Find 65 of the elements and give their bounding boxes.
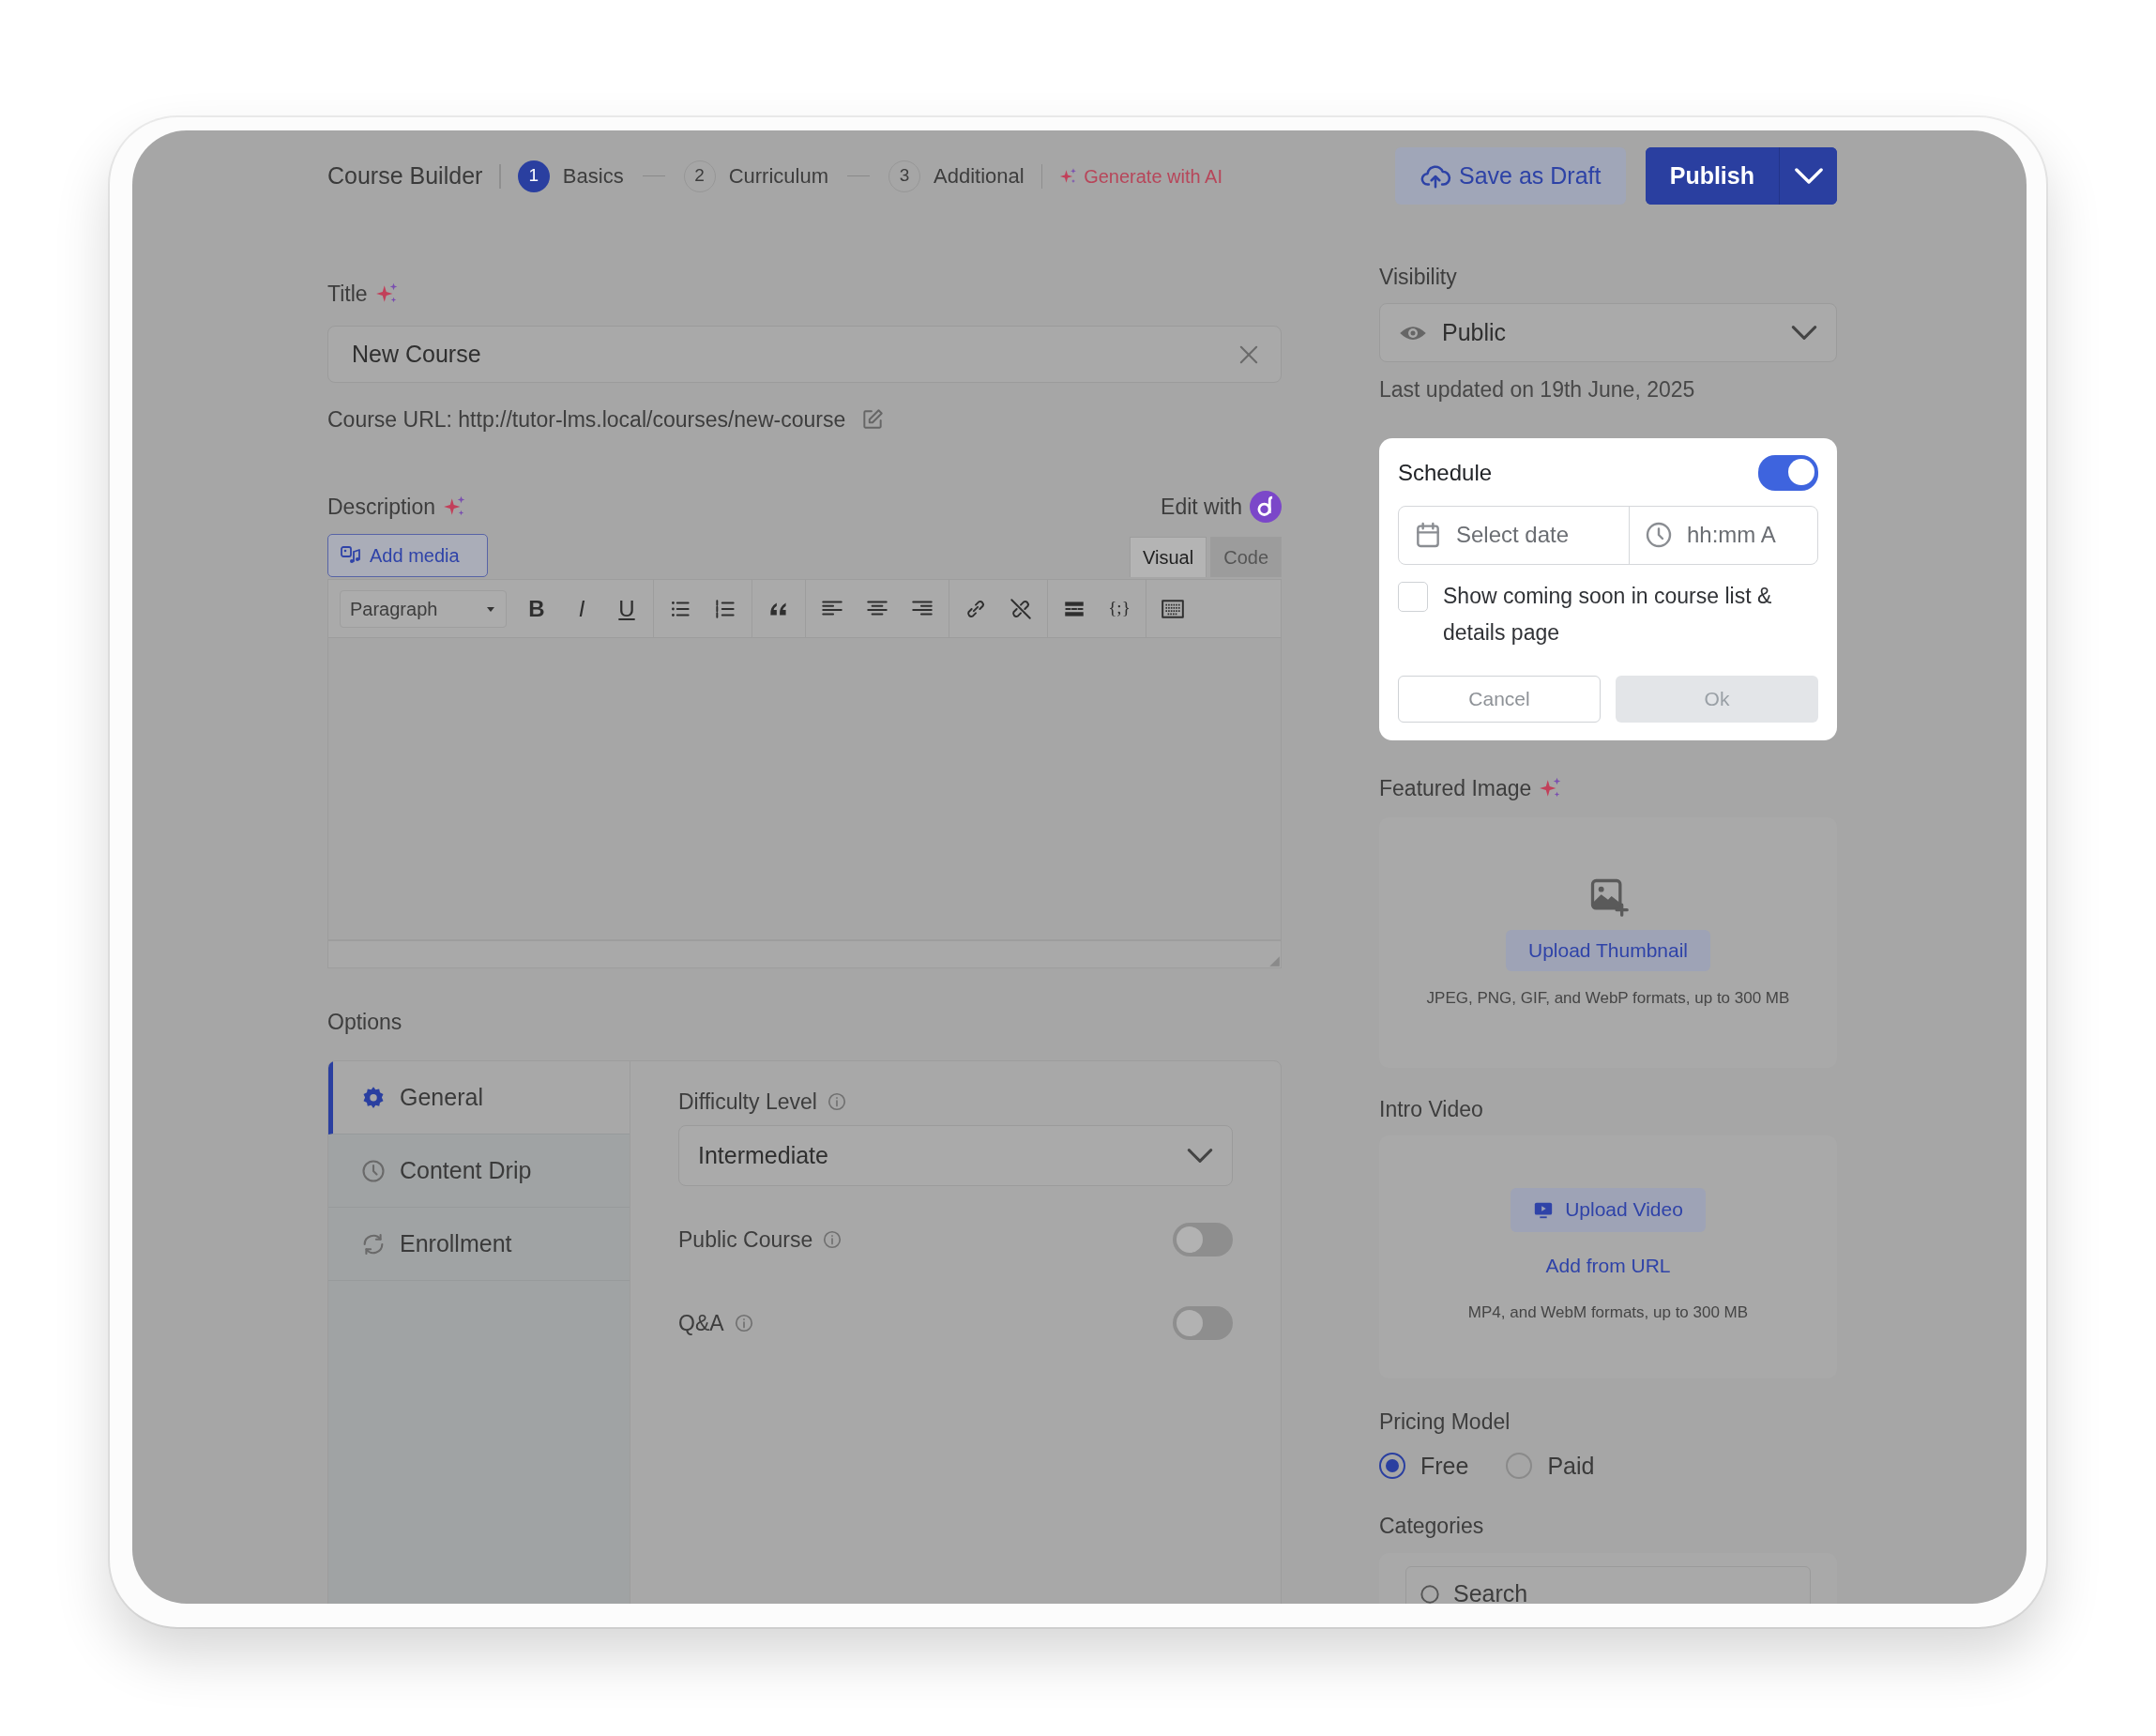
format-button[interactable]: U — [604, 589, 649, 628]
save-draft-button[interactable]: Save as Draft — [1394, 147, 1626, 205]
editor-tab[interactable]: Visual — [1130, 537, 1207, 577]
format-button[interactable]: I — [559, 589, 604, 628]
date-input[interactable]: Select date — [1454, 517, 1604, 553]
visibility-select[interactable]: Public — [1379, 303, 1837, 362]
field-label: Categories — [1379, 1513, 1485, 1540]
builder-title: Course Builder — [327, 160, 483, 190]
search-icon — [1418, 1582, 1442, 1604]
chevron-down-icon — [1187, 1149, 1213, 1163]
options-tab[interactable]: General — [328, 1061, 630, 1134]
field-label: Pricing Model — [1379, 1408, 1511, 1436]
toggle-switch[interactable] — [1173, 1306, 1233, 1340]
format-button[interactable]: B — [514, 589, 559, 628]
title-field[interactable]: New Course — [327, 326, 1282, 383]
format-dropdown[interactable]: Paragraph — [340, 589, 507, 628]
difficulty-select[interactable]: Intermediate — [678, 1125, 1233, 1186]
radio-option[interactable]: Free — [1379, 1448, 1469, 1484]
field-label: Title — [327, 281, 368, 308]
toggle-label: Public Course — [678, 1226, 813, 1254]
add-url-link[interactable]: Add from URL — [1545, 1250, 1671, 1280]
schedule-toggle[interactable] — [1758, 454, 1818, 491]
info-icon — [826, 1091, 847, 1112]
search-field[interactable]: Search — [1405, 1566, 1811, 1604]
title-input[interactable]: New Course — [352, 336, 1236, 373]
section-label: Options — [327, 1009, 403, 1036]
cancel-button[interactable]: Cancel — [1398, 675, 1601, 723]
edit-with-label: Edit with — [1161, 493, 1242, 521]
format-note: JPEG, PNG, GIF, and WebP formats, up to 300 MB — [1426, 987, 1790, 1009]
checkbox[interactable] — [1398, 581, 1428, 612]
options-tab[interactable]: Enrollment — [328, 1208, 630, 1281]
resize-grip-icon[interactable] — [1268, 954, 1281, 967]
course-url: Course URL: http://tutor-lms.local/courses/new-course — [327, 406, 846, 434]
clock-icon — [1644, 520, 1674, 550]
step-tab[interactable]: 2 Curriculum — [683, 160, 828, 192]
popover-title: Schedule — [1398, 458, 1493, 487]
date-time-field[interactable]: Select date hh:mm A — [1398, 505, 1818, 565]
info-icon — [822, 1229, 843, 1250]
chevron-down-icon — [1791, 326, 1817, 340]
radio-option[interactable]: Paid — [1506, 1448, 1595, 1484]
field-label: Featured Image — [1379, 774, 1532, 802]
dropdown-button[interactable] — [1779, 147, 1837, 205]
field-label: Intro Video — [1379, 1095, 1484, 1123]
options-tab[interactable]: Content Drip — [328, 1134, 630, 1208]
code-button[interactable]: {;} — [1097, 589, 1142, 628]
info-icon — [733, 1313, 754, 1333]
toggle-switch[interactable] — [1173, 1223, 1233, 1256]
chevron-down-icon — [1794, 168, 1823, 184]
search-input[interactable]: Search — [1451, 1576, 1757, 1604]
editor-tab[interactable]: Code — [1210, 537, 1282, 577]
add-media-button[interactable]: Add media — [327, 534, 488, 577]
last-updated-text: Last updated on 19th June, 2025 — [1379, 376, 1696, 404]
field-label: Visibility — [1379, 264, 1458, 291]
editor-logo-icon[interactable] — [1250, 490, 1282, 523]
upload-video-button[interactable]: Upload Video — [1511, 1187, 1706, 1232]
checkbox-label: Show coming soon in course list & details page — [1443, 582, 1773, 647]
clock-icon — [360, 1157, 387, 1184]
step-tab[interactable]: 3 Additional — [888, 160, 1025, 192]
field-label: Difficulty Level — [678, 1089, 817, 1116]
toggle-label: Q&A — [678, 1310, 724, 1337]
step-tab[interactable]: 1 Basics — [517, 160, 624, 192]
format-note: MP4, and WebM formats, up to 300 MB — [1467, 1302, 1749, 1323]
field-label: Description — [327, 493, 436, 521]
upload-thumbnail-button[interactable]: Upload Thumbnail — [1505, 929, 1711, 971]
unlink-icon[interactable] — [1009, 596, 1033, 621]
